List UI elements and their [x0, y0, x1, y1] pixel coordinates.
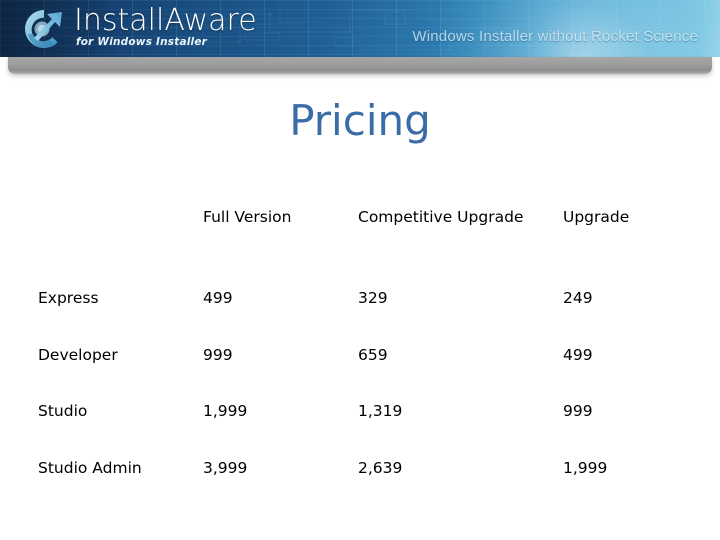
pricing-table: Full Version Competitive Upgrade Upgrade…	[38, 196, 686, 515]
cell-developer-upgrade: 499	[563, 345, 593, 364]
banner-slogan: Windows Installer without Rocket Science	[412, 28, 698, 45]
table-header-row: Full Version Competitive Upgrade Upgrade	[38, 196, 686, 289]
cell-studio-admin-upgrade: 1,999	[563, 458, 608, 477]
row-label-studio: Studio	[38, 402, 88, 420]
page-banner: InstallAware for Windows Installer Windo…	[0, 0, 720, 57]
table-row: Express 499 329 249	[38, 289, 686, 346]
cell-studio-competitive-upgrade: 1,319	[358, 402, 403, 420]
banner-underbar-fill	[8, 57, 712, 74]
cell-studio-admin-full-version: 3,999	[203, 458, 248, 477]
cell-express-upgrade: 249	[563, 289, 593, 307]
page-title: Pricing	[289, 96, 431, 145]
cell-express-competitive-upgrade: 329	[358, 289, 388, 307]
cell-studio-full-version: 1,999	[203, 402, 248, 420]
column-header-full-version: Full Version	[203, 208, 292, 226]
brand-tagline: for Windows Installer	[76, 36, 208, 49]
banner-underbar	[0, 57, 720, 76]
table-row: Studio 1,999 1,319 999	[38, 402, 686, 459]
row-label-developer: Developer	[38, 345, 118, 364]
table-row: Studio Admin 3,999 2,639 1,999	[38, 459, 686, 516]
cell-studio-admin-competitive-upgrade: 2,639	[358, 458, 403, 477]
brand-second: Aware	[164, 3, 257, 39]
table-row: Developer 999 659 499	[38, 346, 686, 403]
column-header-competitive-upgrade: Competitive Upgrade	[358, 208, 524, 226]
row-label-studio-admin: Studio Admin	[38, 458, 142, 477]
cell-express-full-version: 499	[203, 289, 233, 307]
brand-first: Install	[74, 3, 165, 39]
column-header-upgrade: Upgrade	[563, 208, 630, 226]
installaware-swirl-arrow-icon	[18, 4, 70, 52]
brand-logo[interactable]: InstallAware for Windows Installer	[18, 3, 257, 53]
brand-wordmark: InstallAware	[74, 6, 257, 36]
cell-developer-full-version: 999	[203, 345, 233, 364]
row-label-express: Express	[38, 289, 99, 307]
column-header-tier	[38, 196, 203, 289]
cell-developer-competitive-upgrade: 659	[358, 345, 388, 364]
cell-studio-upgrade: 999	[563, 402, 593, 420]
